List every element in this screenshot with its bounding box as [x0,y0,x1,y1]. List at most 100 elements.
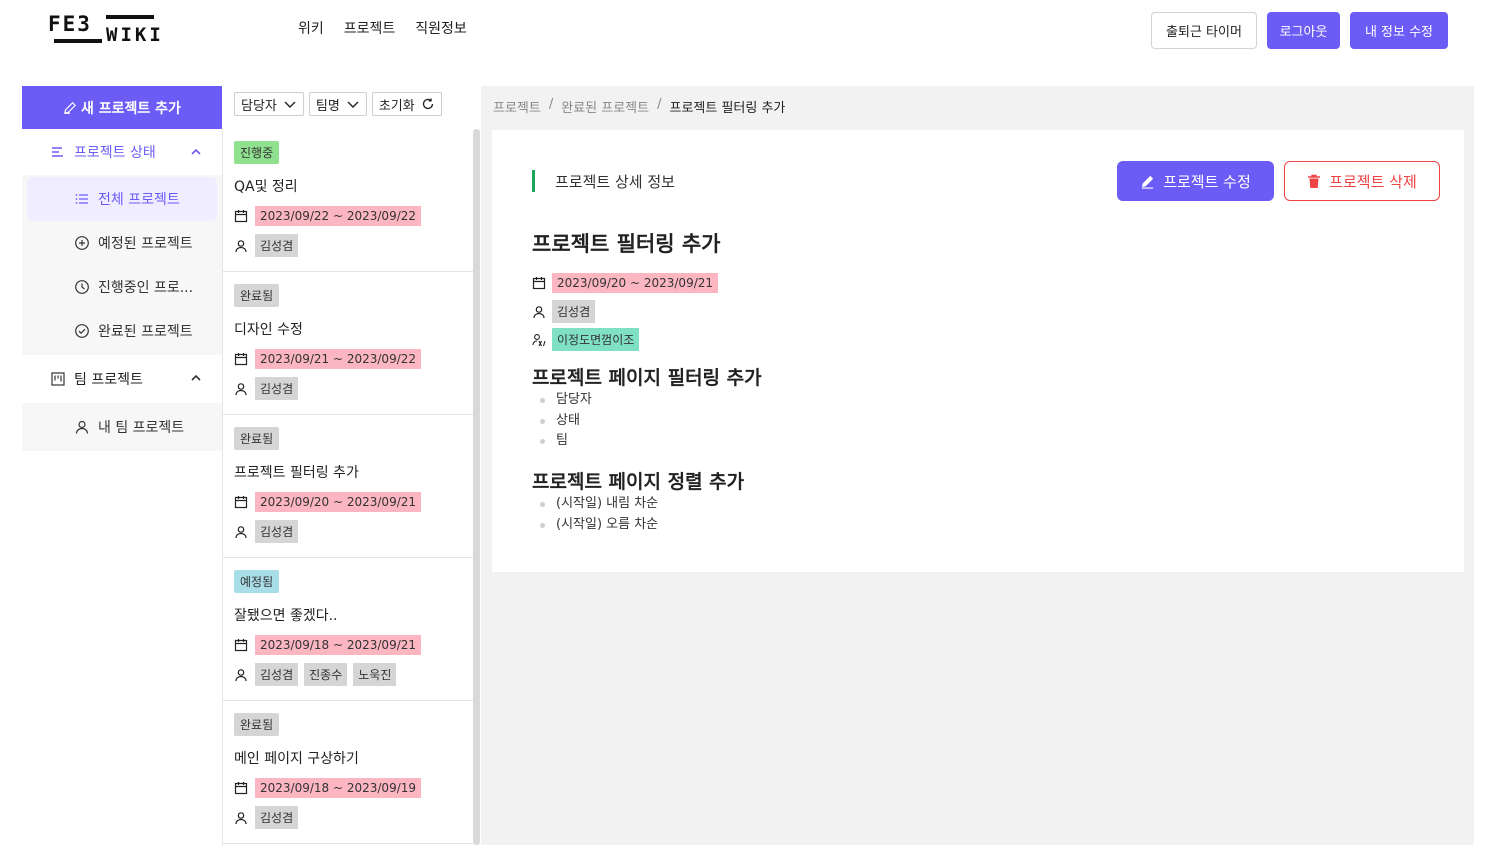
sidebar-item-label: 전체 프로젝트 [98,192,180,208]
content-heading-filtering: 프로젝트 페이지 필터링 추가 [532,367,762,389]
project-assignee-row: 김성겸 [532,300,596,323]
project-card[interactable]: 완료됨 프로젝트 필터링 추가 2023/09/20 ~ 2023/09/21 … [223,415,474,558]
team-submenu: 내 팀 프로젝트 [22,403,222,451]
status-submenu: 전체 프로젝트 예정된 프로젝트 진행중인 프로... 완료된 프로젝트 [22,175,222,355]
project-card[interactable]: 완료됨 디자인 수정 2023/09/21 ~ 2023/09/22 김성겸 [223,272,474,415]
project-card-people: 김성겸 [234,377,299,400]
project-card[interactable]: 진행중 QA및 정리 2023/09/22 ~ 2023/09/22 김성겸 [223,129,474,272]
calendar-icon [234,209,248,223]
assignee-tag: 김성겸 [255,663,299,686]
project-card-dates: 2023/09/20 ~ 2023/09/21 [234,492,422,512]
sidebar-item-planned-projects[interactable]: 예정된 프로젝트 [27,221,217,265]
date-range-tag: 2023/09/18 ~ 2023/09/21 [255,635,422,655]
menu-project-status[interactable]: 프로젝트 상태 [22,129,222,175]
add-project-label: 새 프로젝트 추가 [81,100,181,117]
assignee-tag: 김성겸 [552,300,596,323]
users-group-icon [532,333,546,347]
assignee-filter[interactable]: 담당자 [234,92,304,116]
plus-circle-icon [74,235,90,251]
user-icon [532,305,546,319]
status-badge: 진행중 [234,141,280,164]
project-card-title: 프로젝트 필터링 추가 [234,465,359,481]
user-icon [234,239,248,253]
refresh-icon [421,97,435,111]
status-badge: 완료됨 [234,713,280,736]
user-icon [234,525,248,539]
project-card-title: 잘됐으면 좋겠다.. [234,608,338,624]
kanban-board-icon [50,371,66,387]
sidebar-item-in-progress-projects[interactable]: 진행중인 프로... [27,265,217,309]
project-list-scrollbar[interactable] [473,129,480,845]
chevron-up-icon[interactable] [190,372,202,384]
delete-project-button[interactable]: 프로젝트 삭제 [1284,161,1440,201]
breadcrumb: 프로젝트 / 완료된 프로젝트 / 프로젝트 필터링 추가 [493,97,785,116]
list-item: 팀 [540,431,592,452]
project-list: 진행중 QA및 정리 2023/09/22 ~ 2023/09/22 김성겸 완… [222,129,481,845]
trash-icon [1307,174,1321,189]
project-team-row: 이정도면껌이조 [532,328,640,351]
assignee-tag: 김성겸 [255,234,299,257]
calendar-icon [234,638,248,652]
project-filters: 담당자 팀명 초기화 [234,92,442,116]
assignee-tag: 진종수 [304,663,348,686]
fe3wiki-logo[interactable]: FE3 WIKI [48,12,172,46]
logout-button[interactable]: 로그아웃 [1267,12,1340,49]
content-heading-sorting: 프로젝트 페이지 정렬 추가 [532,471,745,493]
list-item: (시작일) 내림 차순 [540,494,658,515]
add-project-button[interactable]: 새 프로젝트 추가 [22,86,222,129]
pencil-icon [63,101,77,115]
edit-my-info-button[interactable]: 내 정보 수정 [1350,12,1448,49]
chevron-down-icon [346,97,360,111]
sidebar-item-completed-projects[interactable]: 완료된 프로젝트 [27,309,217,353]
assignee-tag: 김성겸 [255,520,299,543]
project-title: 프로젝트 필터링 추가 [532,232,721,256]
project-card[interactable]: 완료됨 메인 페이지 구상하기 2023/09/18 ~ 2023/09/19 … [223,701,474,844]
nav-project[interactable]: 프로젝트 [344,18,396,38]
project-card-people: 김성겸 [234,234,299,257]
date-range-tag: 2023/09/22 ~ 2023/09/22 [255,206,422,226]
list-item: 상태 [540,411,592,432]
status-badge: 완료됨 [234,284,280,307]
breadcrumb-separator: / [657,97,662,112]
user-icon [234,811,248,825]
nav-employee[interactable]: 직원정보 [415,18,467,38]
date-range-tag: 2023/09/21 ~ 2023/09/22 [255,349,422,369]
sidebar-item-my-team-projects[interactable]: 내 팀 프로젝트 [27,405,217,449]
chevron-down-icon [283,97,297,111]
menu-project-status-label: 프로젝트 상태 [74,145,156,161]
project-card-title: 디자인 수정 [234,322,303,338]
logo-text-bottom: WIKI [106,24,164,46]
project-detail-panel: 프로젝트 상세 정보 프로젝트 수정 프로젝트 삭제 프로젝트 필터링 추가 2… [492,130,1464,572]
team-filter[interactable]: 팀명 [308,92,367,116]
nav-wiki[interactable]: 위키 [298,18,324,38]
filtering-list: 담당자 상태 팀 [540,390,592,452]
top-header: FE3 WIKI 위키 프로젝트 직원정보 출퇴근 타이머 로그아웃 내 정보 … [0,0,1487,62]
project-card-dates: 2023/09/21 ~ 2023/09/22 [234,349,422,369]
sidebar-item-all-projects[interactable]: 전체 프로젝트 [27,177,217,221]
assignee-tag: 노욱진 [353,663,397,686]
menu-team-project[interactable]: 팀 프로젝트 [22,355,222,403]
chevron-up-icon[interactable] [190,146,202,158]
assignee-tag: 김성겸 [255,806,299,829]
assignee-filter-label: 담당자 [241,98,277,114]
reset-filter-button[interactable]: 초기화 [371,92,442,116]
date-range-tag: 2023/09/20 ~ 2023/09/21 [255,492,422,512]
list-item: 담당자 [540,390,592,411]
sidebar: 새 프로젝트 추가 프로젝트 상태 전체 프로젝트 예정된 프로젝트 진행중인 … [22,86,222,451]
project-card-title: QA및 정리 [234,179,298,195]
attendance-timer-button[interactable]: 출퇴근 타이머 [1151,12,1257,49]
reset-filter-label: 초기화 [378,98,415,114]
clock-icon [74,279,90,295]
user-icon [234,668,248,682]
sidebar-item-label: 진행중인 프로... [98,280,194,296]
breadcrumb-item[interactable]: 프로젝트 [493,97,541,116]
date-range-tag: 2023/09/20 ~ 2023/09/21 [552,273,719,293]
breadcrumb-item[interactable]: 완료된 프로젝트 [561,97,649,116]
team-filter-label: 팀명 [315,98,340,114]
project-card[interactable]: 예정됨 잘됐으면 좋겠다.. 2023/09/18 ~ 2023/09/21 김… [223,558,474,701]
edit-project-button[interactable]: 프로젝트 수정 [1117,161,1274,201]
project-card-dates: 2023/09/18 ~ 2023/09/19 [234,778,422,798]
sidebar-item-label: 예정된 프로젝트 [98,236,193,252]
list-icon [74,191,90,207]
status-badge: 예정됨 [234,570,280,593]
